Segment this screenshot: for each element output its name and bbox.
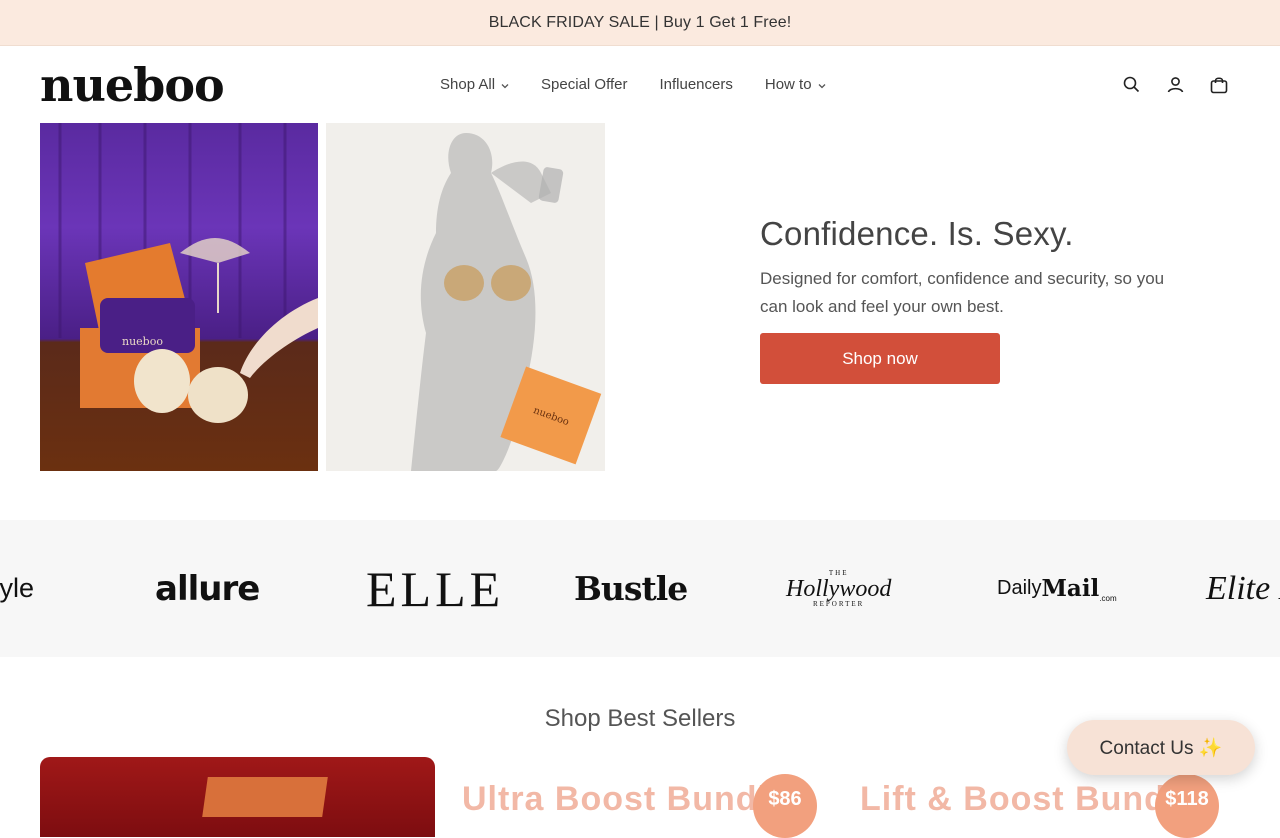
nav-shop-all-label: Shop All xyxy=(440,76,496,93)
press-logo-allure: allure xyxy=(155,568,260,609)
announcement-text: BLACK FRIDAY SALE | Buy 1 Get 1 Free! xyxy=(488,13,792,31)
nav-special-offer[interactable]: Special Offer xyxy=(541,76,627,93)
press-logo-elite-daily: Elite D xyxy=(1206,569,1280,607)
site-header: nueboo Shop All Special Offer Influencer… xyxy=(0,46,1280,123)
nav-influencers-label: Influencers xyxy=(659,76,733,93)
gift-box-illustration: nueboo xyxy=(58,123,318,423)
announcement-bar: BLACK FRIDAY SALE | Buy 1 Get 1 Free! xyxy=(0,0,1280,46)
press-logos-strip: tyle allure ELLE Bustle THE Hollywood RE… xyxy=(0,520,1280,657)
shop-now-button[interactable]: Shop now xyxy=(760,333,1000,384)
nav-influencers[interactable]: Influencers xyxy=(659,76,732,93)
press-logo-bustle: Bustle xyxy=(574,569,688,608)
cart-icon[interactable] xyxy=(1210,76,1228,94)
hero-image-shadow: nueboo xyxy=(326,123,605,471)
price-badge: $118 xyxy=(1155,774,1219,838)
hero-description: Designed for comfort, confidence and sec… xyxy=(760,269,1165,316)
press-logo-dailymail: Daily Mail .com xyxy=(997,520,1117,657)
silhouette-illustration: nueboo xyxy=(411,133,602,471)
header-icons xyxy=(1122,46,1228,123)
nav-special-offer-label: Special Offer xyxy=(541,76,628,93)
contact-us-button[interactable]: Contact Us ✨ xyxy=(1067,720,1255,775)
dailymail-suffix: .com xyxy=(1099,594,1117,603)
hero-section: nueboo nueboo Confidence. Is. Sexy. Desi… xyxy=(0,123,1280,520)
hollywood-text: Hollywood xyxy=(786,575,892,602)
press-logo-elle: ELLE xyxy=(366,560,505,617)
nav-how-to-label: How to xyxy=(764,76,812,93)
hero-image-gift-box: nueboo xyxy=(40,123,318,471)
chevron-down-icon xyxy=(818,83,826,88)
chevron-down-icon xyxy=(501,83,509,88)
press-logo-hollywood-reporter: THE Hollywood REPORTER xyxy=(786,520,891,657)
contact-us-label: Contact Us ✨ xyxy=(1099,737,1223,759)
nav-how-to[interactable]: How to xyxy=(765,76,826,93)
price-badge: $86 xyxy=(753,774,817,838)
account-icon[interactable] xyxy=(1166,76,1184,94)
press-logo-instyle: tyle xyxy=(0,573,35,603)
product-card-image[interactable] xyxy=(40,757,435,837)
hero-text: Confidence. Is. Sexy. Designed for comfo… xyxy=(760,215,1180,384)
hollywood-bottom-text: REPORTER xyxy=(812,599,865,608)
nav-shop-all[interactable]: Shop All xyxy=(440,76,509,93)
hero-title: Confidence. Is. Sexy. xyxy=(760,215,1074,252)
daily-text: Daily xyxy=(997,577,1042,599)
box-logo: nueboo xyxy=(122,335,163,348)
main-nav: Shop All Special Offer Influencers How t… xyxy=(440,46,826,123)
search-icon[interactable] xyxy=(1122,76,1140,94)
product-box-graphic xyxy=(202,777,328,817)
mail-text: Mail xyxy=(1041,575,1100,602)
brand-logo[interactable]: nueboo xyxy=(40,62,225,108)
